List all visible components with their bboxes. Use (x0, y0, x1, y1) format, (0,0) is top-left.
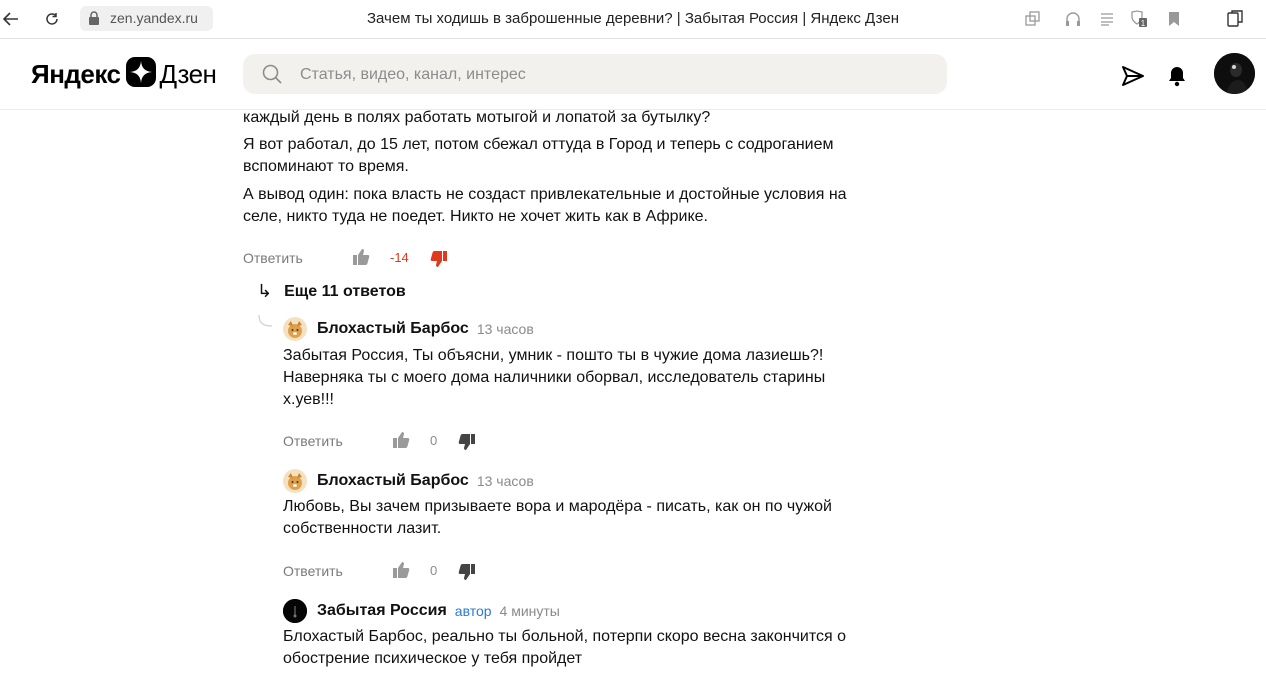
thumbs-up-icon[interactable] (392, 561, 412, 581)
site-header: Яндекс Дзен (0, 39, 1266, 110)
comment-score: 0 (430, 433, 438, 448)
comment-time: 4 минуты (499, 603, 560, 619)
url-text: zen.yandex.ru (110, 10, 198, 26)
logo-yandex-text: Яндекс (31, 58, 121, 89)
thumbs-down-icon[interactable] (458, 563, 478, 583)
collections-icon[interactable] (1022, 8, 1044, 30)
extensions-icon[interactable] (1224, 8, 1246, 30)
thumbs-up-icon[interactable] (352, 248, 372, 268)
browser-toolbar: zen.yandex.ru Зачем ты ходишь в заброшен… (0, 0, 1266, 39)
more-replies-label: Еще 11 ответов (284, 282, 406, 300)
bookmark-icon[interactable] (1163, 8, 1185, 30)
dog-avatar-icon[interactable] (283, 469, 307, 493)
comment-author[interactable]: Блохастый Барбос (317, 472, 469, 490)
thumbs-down-icon[interactable] (458, 433, 478, 453)
comment-header: Блохастый Барбос 13 часов (283, 469, 534, 493)
reply-button[interactable]: Ответить (243, 250, 303, 266)
comment-text-paragraph: А вывод один: пока власть не создаст при… (243, 186, 847, 225)
send-icon[interactable] (1120, 63, 1146, 89)
search-icon (262, 64, 282, 89)
bell-icon[interactable] (1164, 63, 1190, 89)
reply-arrow-icon: ↳ (257, 281, 273, 301)
dog-avatar-icon[interactable] (283, 317, 307, 341)
comment-time: 13 часов (476, 473, 534, 489)
thumbs-up-icon[interactable] (392, 431, 412, 451)
comment-time: 13 часов (476, 321, 534, 337)
logo-zen-text: Дзен (159, 58, 217, 89)
comment-actions: Ответить 0 (283, 561, 583, 583)
reload-icon[interactable] (41, 8, 63, 30)
user-avatar[interactable] (1214, 53, 1255, 94)
headphones-icon[interactable] (1062, 8, 1084, 30)
comment-text-line: каждый день в полях работать мотыгой и л… (243, 110, 711, 126)
comment-text: Любовь, Вы зачем призываете вора и марод… (283, 498, 832, 537)
comment-actions: Ответить 0 (283, 431, 583, 453)
comment-author[interactable]: Блохастый Барбос (317, 320, 469, 338)
comment-actions: Ответить -14 (243, 248, 543, 270)
back-arrow-icon[interactable] (0, 8, 22, 30)
comment-score: 0 (430, 563, 438, 578)
comment-score: -14 (390, 250, 409, 265)
comments-area: каждый день в полях работать мотыгой и л… (0, 110, 1266, 684)
zen-star-icon (125, 56, 156, 92)
channel-avatar-icon[interactable] (283, 599, 307, 623)
page-tab-title: Зачем ты ходишь в заброшенные деревни? |… (366, 10, 899, 27)
more-replies-button[interactable]: ↳ Еще 11 ответов (257, 281, 406, 302)
author-badge: автор (454, 603, 492, 619)
protect-badge-icon[interactable]: 1 (1128, 8, 1150, 30)
svg-text:1: 1 (1141, 19, 1146, 28)
search-box[interactable] (243, 54, 947, 96)
comment-author[interactable]: Забытая Россия (317, 602, 447, 620)
search-input[interactable] (298, 54, 922, 96)
zen-logo[interactable]: Яндекс Дзен (31, 56, 217, 92)
reply-button[interactable]: Ответить (283, 433, 343, 449)
reader-mode-icon[interactable] (1096, 8, 1118, 30)
comment-text-paragraph: Я вот работал, до 15 лет, потом сбежал о… (243, 136, 834, 175)
lock-icon (88, 11, 100, 30)
reply-button[interactable]: Ответить (283, 563, 343, 579)
address-bar[interactable]: zen.yandex.ru (80, 6, 213, 31)
thread-connector (258, 315, 273, 327)
comment-text: Забытая Россия, Ты объясни, умник - пошт… (283, 347, 826, 408)
thumbs-down-icon[interactable] (430, 250, 450, 270)
comment-text: Блохастый Барбос, реально ты больной, по… (283, 628, 846, 667)
comment-header: Забытая Россия автор 4 минуты (283, 599, 560, 623)
comment-header: Блохастый Барбос 13 часов (283, 317, 534, 341)
